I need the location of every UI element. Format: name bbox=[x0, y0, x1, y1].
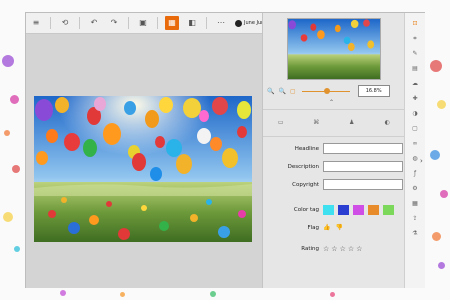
confetti-dot bbox=[430, 150, 440, 160]
color-tag-label: Color tag bbox=[293, 206, 319, 213]
canvas-area bbox=[26, 34, 262, 288]
save-icon[interactable]: ▣ bbox=[136, 16, 150, 30]
confetti-dot bbox=[430, 60, 442, 72]
confetti-dot bbox=[210, 291, 216, 297]
cloud-icon[interactable]: ☁ bbox=[411, 80, 419, 88]
divider bbox=[50, 17, 51, 29]
panel-tabs: ▭ ⌘ ♟ ◐ bbox=[263, 109, 405, 137]
description-input[interactable] bbox=[323, 161, 403, 172]
back-icon[interactable]: ⟲ bbox=[58, 16, 72, 30]
confetti-dot bbox=[440, 190, 448, 198]
copyright-label: Copyright bbox=[292, 181, 319, 188]
heal-icon[interactable]: ✚ bbox=[411, 95, 419, 103]
frame-icon[interactable]: ▢ bbox=[411, 125, 419, 133]
color-icon[interactable]: ◍ bbox=[411, 155, 419, 163]
fit-icon[interactable]: ▢ bbox=[290, 88, 296, 95]
confetti-dot bbox=[3, 212, 13, 222]
thumbs-down-icon[interactable]: 👎 bbox=[335, 224, 342, 231]
copyright-input[interactable] bbox=[323, 179, 403, 190]
star-icon[interactable]: ☆ bbox=[323, 245, 329, 253]
tool-rail: ⊡ ⌗ ✎ ▤ ☁ ✚ ◑ ▢ ∞ ◍ ƒ ⚙ ▦ ⇪ ⚗ bbox=[404, 13, 425, 288]
confetti-dot bbox=[120, 292, 125, 297]
color-tag-cyan[interactable] bbox=[323, 204, 334, 215]
confetti-dot bbox=[2, 55, 14, 67]
adjust-icon[interactable]: ⌘ bbox=[312, 119, 321, 127]
confetti-dot bbox=[12, 165, 20, 173]
main-photo[interactable] bbox=[34, 96, 252, 242]
divider bbox=[157, 17, 158, 29]
location-icon[interactable]: ◐ bbox=[383, 119, 392, 127]
confetti-dot bbox=[438, 262, 445, 269]
color-tag-orange[interactable] bbox=[368, 204, 379, 215]
divider bbox=[128, 17, 129, 29]
zoom-slider-handle[interactable] bbox=[323, 87, 330, 94]
zoom-bar: 🔍 🔍 ▢ 16.8% bbox=[263, 85, 405, 97]
headline-input[interactable] bbox=[323, 143, 403, 154]
headline-label: Headline bbox=[294, 145, 319, 152]
effects-icon[interactable]: ƒ bbox=[411, 170, 419, 178]
confetti-dot bbox=[10, 95, 19, 104]
confetti-dot bbox=[14, 246, 20, 252]
metadata-form: Headline Description Copyright Color tag bbox=[263, 138, 405, 256]
description-label: Description bbox=[287, 163, 319, 170]
zoom-out-icon[interactable]: 🔍 bbox=[267, 88, 274, 95]
person-icon[interactable]: ♟ bbox=[347, 119, 356, 127]
flask-icon[interactable]: ⚗ bbox=[411, 230, 419, 238]
brush-icon[interactable]: ✎ bbox=[411, 50, 419, 58]
grid-view-icon[interactable]: ▦ bbox=[165, 16, 179, 30]
properties-panel: 🔍 🔍 ▢ 16.8% ⌃ ▭ ⌘ ♟ ◐ Headline Descripti… bbox=[262, 13, 405, 288]
menu-icon[interactable]: ≡ bbox=[29, 16, 43, 30]
layers-icon[interactable]: ▤ bbox=[411, 65, 419, 73]
zoom-slider[interactable] bbox=[301, 87, 350, 94]
film-icon[interactable]: ▦ bbox=[411, 200, 419, 208]
link-icon[interactable]: ∞ bbox=[411, 140, 419, 148]
zoom-field[interactable]: 16.8% bbox=[357, 85, 390, 97]
crop-icon[interactable]: ⌗ bbox=[411, 35, 419, 43]
avatar bbox=[235, 19, 242, 27]
divider bbox=[206, 17, 207, 29]
thumbs-up-icon[interactable]: 👍 bbox=[323, 224, 330, 231]
split-view-icon[interactable]: ◧ bbox=[185, 16, 199, 30]
confetti-dot bbox=[432, 232, 441, 241]
undo-icon[interactable]: ↶ bbox=[87, 16, 101, 30]
zoom-in-icon[interactable]: 🔍 bbox=[278, 88, 285, 95]
image-info-icon[interactable]: ▭ bbox=[276, 119, 285, 127]
star-icon[interactable]: ☆ bbox=[356, 245, 362, 253]
star-icon[interactable]: ☆ bbox=[340, 245, 346, 253]
chevron-right-icon[interactable]: › bbox=[420, 157, 423, 165]
confetti-dot bbox=[437, 100, 446, 109]
confetti-dot bbox=[60, 290, 66, 296]
chevron-up-icon[interactable]: ⌃ bbox=[329, 99, 334, 106]
info-icon[interactable]: ⊡ bbox=[411, 20, 419, 28]
confetti-dot bbox=[330, 292, 335, 297]
redo-icon[interactable]: ↷ bbox=[107, 16, 121, 30]
more-icon[interactable]: ⋯ bbox=[214, 16, 228, 30]
mask-icon[interactable]: ◑ bbox=[411, 110, 419, 118]
rating-label: Rating bbox=[301, 245, 319, 252]
confetti-dot bbox=[4, 130, 10, 136]
color-tag-green[interactable] bbox=[383, 204, 394, 215]
divider bbox=[79, 17, 80, 29]
star-icon[interactable]: ☆ bbox=[348, 245, 354, 253]
photo-editor-window: ≡ ⟲ ↶ ↷ ▣ ▦ ◧ ⋯ June June ⌄ bbox=[25, 12, 425, 288]
settings-icon[interactable]: ⚙ bbox=[411, 185, 419, 193]
color-tag-purple[interactable] bbox=[353, 204, 364, 215]
navigator-thumbnail[interactable] bbox=[287, 18, 381, 80]
star-icon[interactable]: ☆ bbox=[331, 245, 337, 253]
flag-label: Flag bbox=[307, 224, 319, 231]
color-tag-blue[interactable] bbox=[338, 204, 349, 215]
export-icon[interactable]: ⇪ bbox=[411, 215, 419, 223]
